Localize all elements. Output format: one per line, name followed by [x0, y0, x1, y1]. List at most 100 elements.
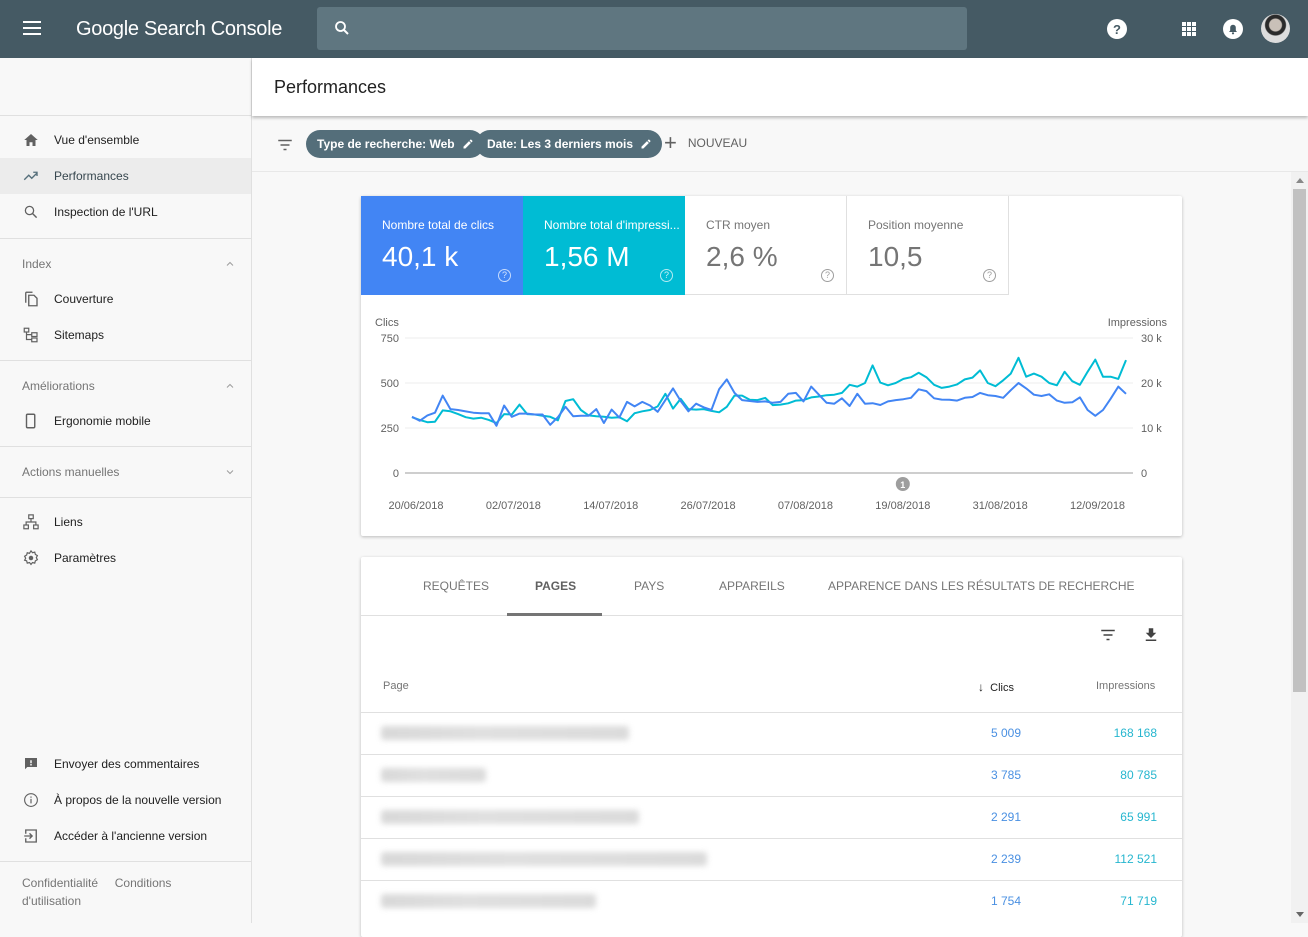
sidebar-item-label: Performances: [54, 169, 129, 183]
sidebar-item-send-feedback[interactable]: Envoyer des commentaires: [0, 746, 251, 782]
scroll-up-arrow[interactable]: [1296, 178, 1304, 183]
performance-chart-card: Nombre total de clics 40,1 k ? Nombre to…: [361, 196, 1182, 536]
tab-devices[interactable]: APPAREILS: [719, 579, 785, 593]
sidebar-item-label: À propos de la nouvelle version: [54, 793, 222, 807]
clicks-cell: 1 754: [990, 894, 1021, 908]
search-type-filter-chip[interactable]: Type de recherche: Web: [306, 130, 484, 158]
copy-icon: [25, 291, 38, 307]
x-tick-label: 07/08/2018: [778, 500, 833, 512]
x-tick-label: 20/06/2018: [388, 500, 443, 512]
new-filter-button[interactable]: + NOUVEAU: [664, 132, 748, 154]
tab-countries[interactable]: PAYS: [634, 579, 664, 593]
y-tick-label-right: 0: [1141, 468, 1147, 480]
new-filter-label: NOUVEAU: [687, 136, 748, 150]
section-title: Index: [22, 257, 52, 271]
section-header-index[interactable]: Index: [22, 257, 236, 271]
avatar[interactable]: [1261, 14, 1290, 43]
filter-rows-icon[interactable]: [1099, 626, 1117, 644]
table-row[interactable]: 2 239 112 521: [361, 838, 1183, 880]
performance-line-chart: Clics Impressions 0 0 250 10 k 500 20 k 750 30 …: [375, 317, 1168, 512]
dimension-tabs: REQUÊTES PAGES PAYS APPAREILS APPARENCE …: [361, 557, 1183, 616]
tab-pages[interactable]: PAGES: [535, 579, 576, 593]
table-row[interactable]: 3 785 80 785: [361, 754, 1183, 796]
clicks-cell: 5 009: [990, 726, 1021, 740]
sidebar-item-old-version[interactable]: Accéder à l'ancienne version: [0, 818, 251, 854]
column-header-clicks[interactable]: ↓ Clics: [978, 680, 1014, 694]
menu-icon[interactable]: [20, 17, 44, 41]
arrow-down-icon: ↓: [978, 680, 984, 694]
section-header-manual-actions[interactable]: Actions manuelles: [22, 465, 236, 479]
info-icon: [24, 793, 38, 807]
sidebar-item-about-new-version[interactable]: À propos de la nouvelle version: [0, 782, 251, 818]
feedback-icon: [25, 758, 37, 770]
svg-text:?: ?: [1113, 22, 1121, 37]
search-icon: [335, 21, 349, 35]
sidebar: Vue d'ensemble Performances Inspection d…: [0, 58, 252, 923]
sidebar-item-settings[interactable]: Paramètres: [0, 540, 251, 576]
divider: [0, 446, 251, 447]
chevron-up-icon: [226, 383, 234, 388]
page-url-redacted: [381, 768, 486, 782]
sidebar-item-url-inspection[interactable]: Inspection de l'URL: [0, 194, 251, 230]
table-row[interactable]: 2 291 65 991: [361, 796, 1183, 838]
y-tick-label-right: 30 k: [1141, 333, 1162, 345]
column-header-page[interactable]: Page: [383, 680, 409, 692]
edit-icon: [641, 139, 651, 149]
sidebar-item-label: Sitemaps: [54, 328, 105, 342]
sidebar-footer: Confidentialité Conditions d'utilisation: [22, 874, 222, 910]
y-tick-label-right: 20 k: [1141, 378, 1162, 390]
sidebar-item-coverage[interactable]: Couverture: [0, 281, 251, 317]
section-header-enhancements[interactable]: Améliorations: [22, 379, 236, 393]
impressions-cell: 65 991: [1120, 810, 1157, 824]
sidebar-item-label: Paramètres: [54, 551, 117, 565]
sidebar-item-sitemaps[interactable]: Sitemaps: [0, 317, 251, 353]
download-icon[interactable]: [1142, 626, 1160, 644]
y-axis-label-left: Clics: [375, 317, 399, 329]
dimensions-table-card: REQUÊTES PAGES PAYS APPAREILS APPARENCE …: [361, 557, 1183, 937]
page-url-redacted: [381, 810, 639, 824]
tab-search-appearance[interactable]: APPARENCE DANS LES RÉSULTATS DE RECHERCH…: [828, 579, 1135, 593]
sidebar-item-label: Vue d'ensemble: [54, 133, 140, 147]
y-tick-label-left: 250: [381, 423, 399, 435]
column-header-impressions[interactable]: Impressions: [1096, 680, 1155, 692]
sidebar-item-label: Envoyer des commentaires: [54, 757, 200, 771]
divider: [0, 861, 251, 862]
annotation-label: 1: [900, 480, 905, 490]
search-input[interactable]: [317, 7, 967, 50]
date-filter-chip[interactable]: Date: Les 3 derniers mois: [476, 130, 663, 158]
x-tick-label: 02/07/2018: [486, 500, 541, 512]
table-row[interactable]: 1 754 71 719: [361, 880, 1183, 922]
help-icon[interactable]: ?: [1105, 17, 1129, 41]
tab-queries[interactable]: REQUÊTES: [423, 579, 489, 593]
sidebar-item-links[interactable]: Liens: [0, 504, 251, 540]
privacy-link[interactable]: Confidentialité: [22, 876, 98, 890]
scrollbar[interactable]: [1291, 172, 1308, 923]
series-line-clics[interactable]: [411, 378, 1127, 427]
sidebar-item-performance[interactable]: Performances: [0, 158, 251, 194]
y-tick-label-left: 0: [393, 468, 399, 480]
page-url-redacted: [381, 726, 629, 740]
sidebar-item-mobile-usability[interactable]: Ergonomie mobile: [0, 403, 251, 439]
impressions-cell: 71 719: [1120, 894, 1157, 908]
page-url-redacted: [381, 852, 707, 866]
scrollbar-thumb[interactable]: [1293, 189, 1306, 692]
notifications-icon[interactable]: [1221, 17, 1245, 41]
sidebar-item-label: Accéder à l'ancienne version: [54, 829, 208, 843]
divider: [0, 115, 251, 116]
y-tick-label-right: 10 k: [1141, 423, 1162, 435]
filter-icon[interactable]: [276, 136, 294, 154]
apps-icon[interactable]: [1177, 17, 1201, 41]
impressions-cell: 80 785: [1120, 768, 1157, 782]
x-tick-label: 26/07/2018: [681, 500, 736, 512]
sitemap-icon: [23, 327, 38, 343]
clicks-cell: 3 785: [990, 768, 1021, 782]
y-axis-label-right: Impressions: [1108, 317, 1168, 329]
smartphone-icon: [25, 413, 36, 429]
chevron-up-icon: [226, 261, 234, 266]
page-header: Performances: [252, 58, 1308, 116]
sidebar-item-overview[interactable]: Vue d'ensemble: [0, 122, 251, 158]
table-row[interactable]: 5 009 168 168: [361, 712, 1183, 754]
app-logo[interactable]: Google Search Console: [76, 18, 282, 41]
clicks-cell: 2 291: [990, 810, 1021, 824]
scroll-down-arrow[interactable]: [1296, 912, 1304, 917]
